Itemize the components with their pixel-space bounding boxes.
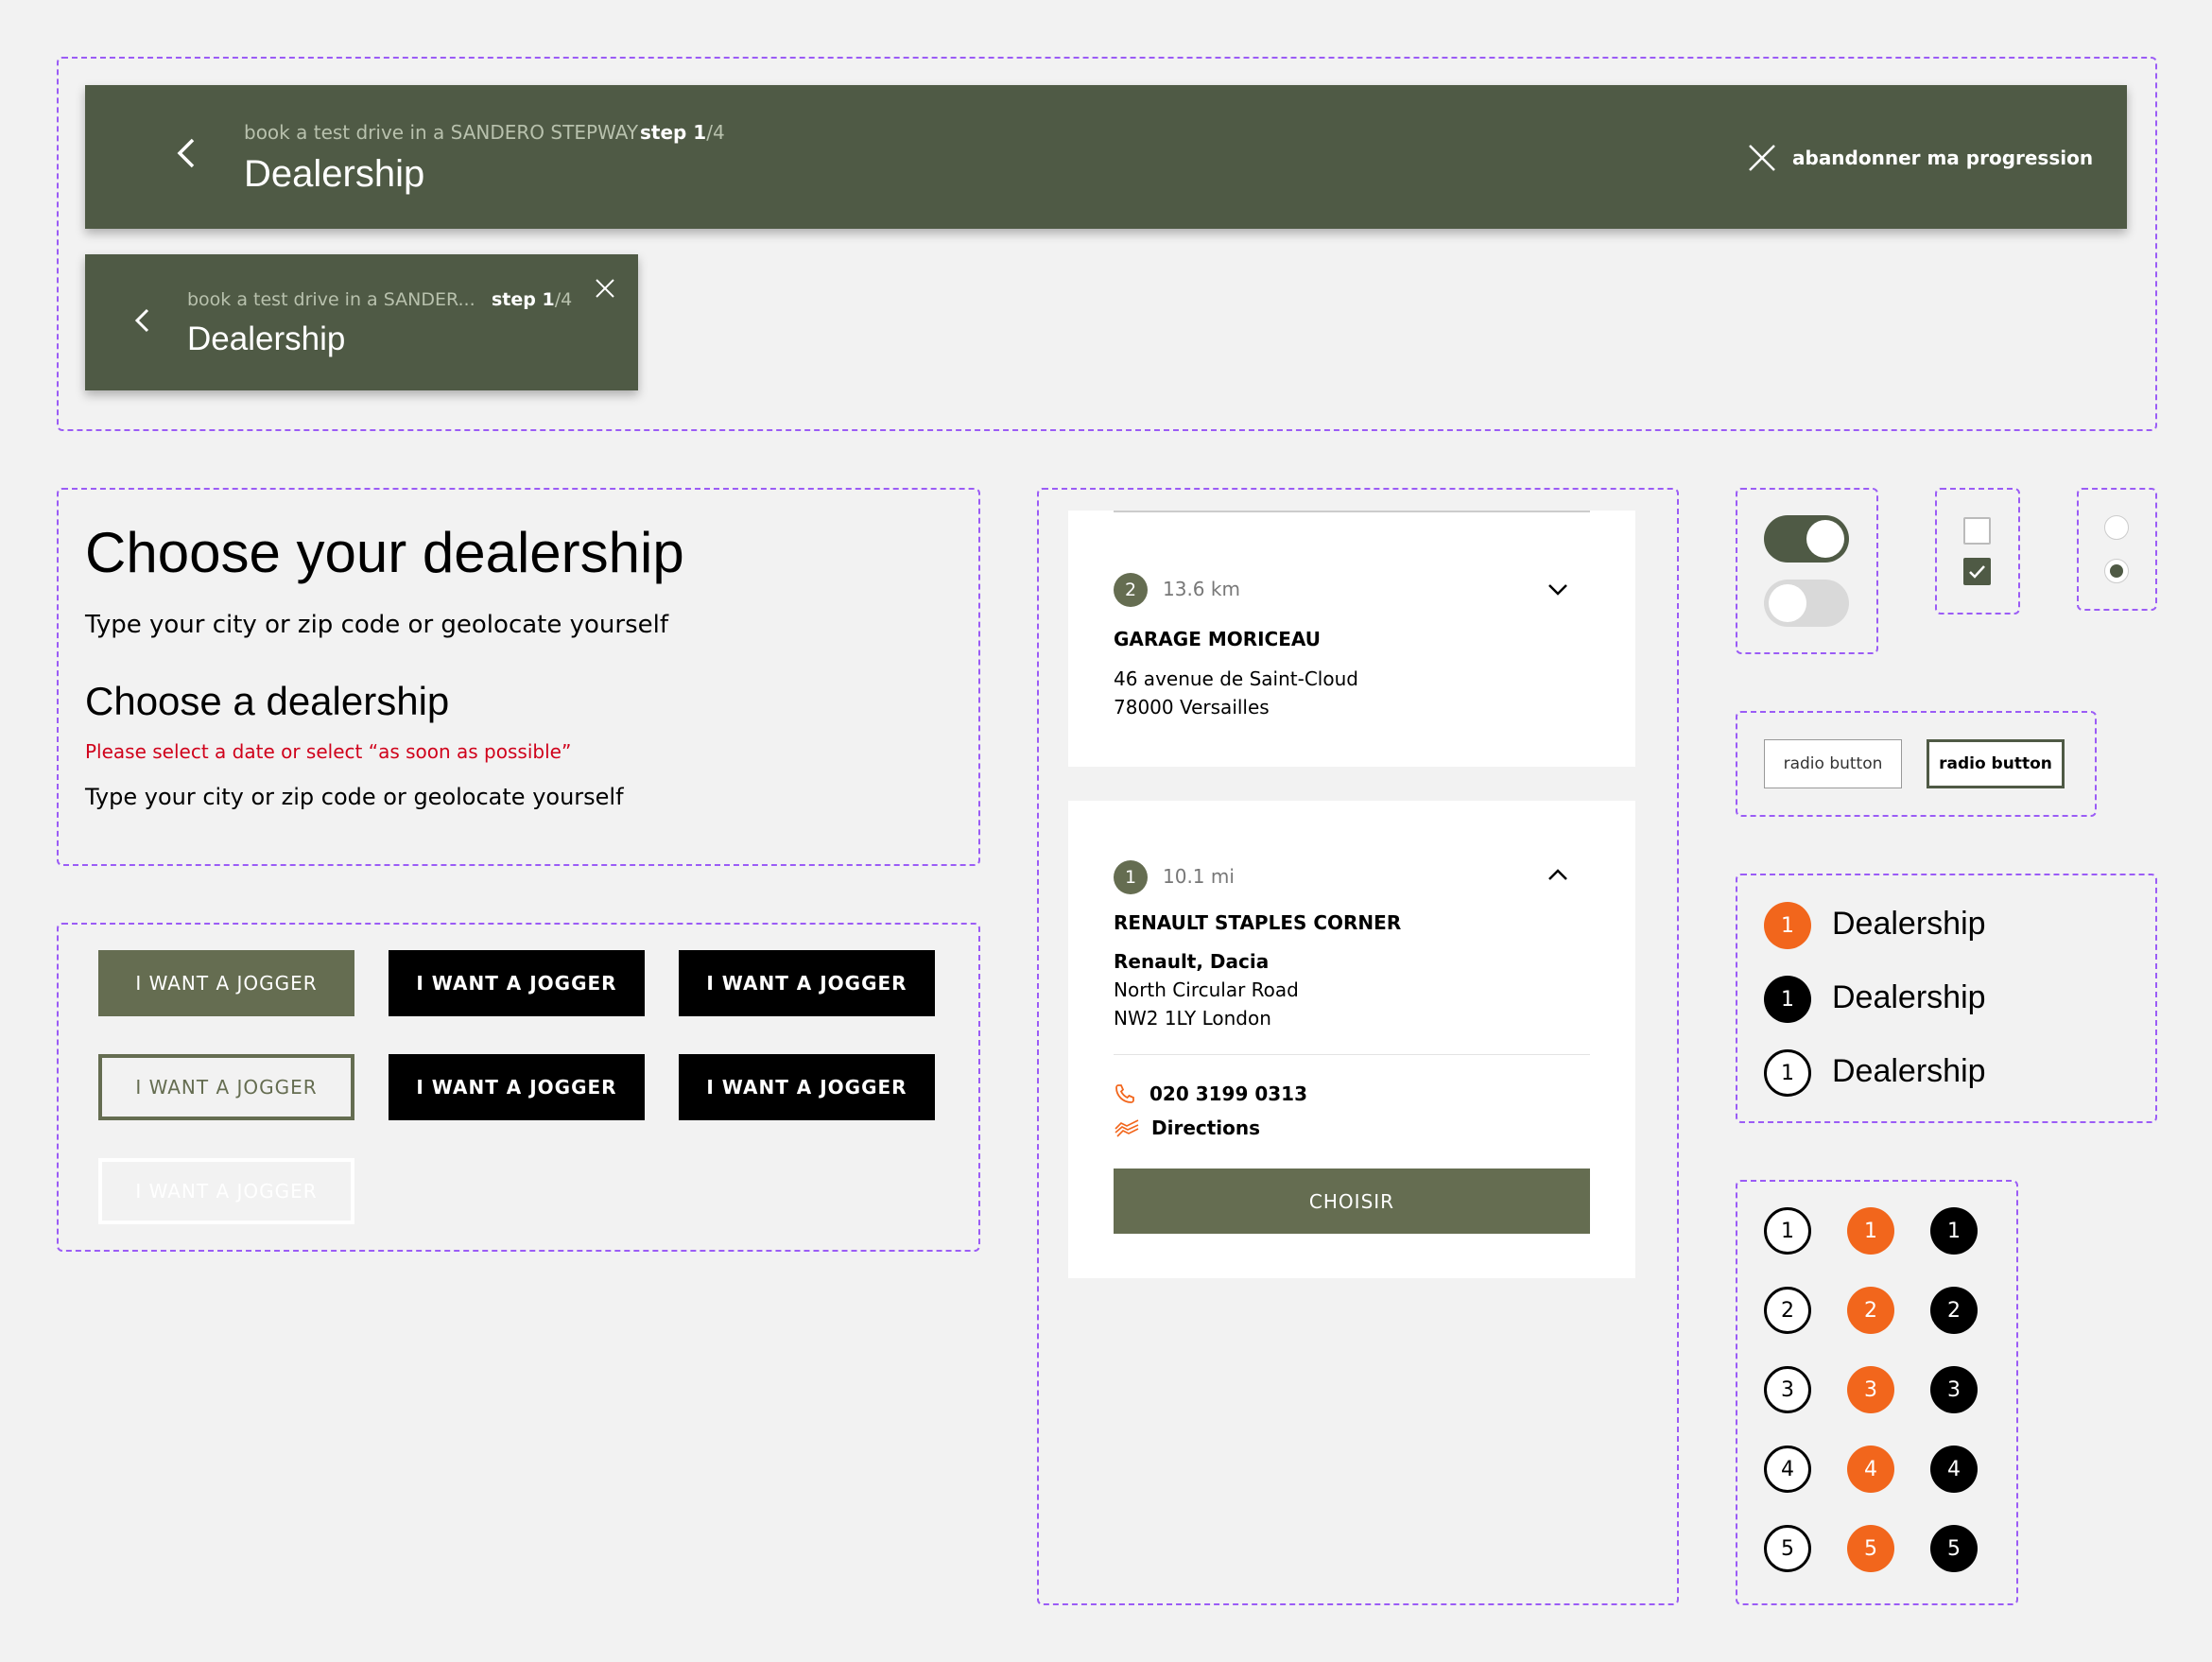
phone-number: 020 3199 0313 bbox=[1149, 1082, 1308, 1105]
checkbox-checked[interactable] bbox=[1963, 558, 1991, 585]
dealer-distance: 13.6 km bbox=[1163, 578, 1240, 600]
error-message: Please select a date or select “as soon … bbox=[85, 740, 572, 763]
directions-label: Directions bbox=[1151, 1117, 1261, 1139]
dealer-card-expanded[interactable]: 1 10.1 mi RENAULT STAPLES CORNER Renault… bbox=[1068, 801, 1635, 1278]
chevron-left-icon bbox=[134, 308, 149, 333]
step-current: step 1 bbox=[640, 121, 707, 144]
body-text: Type your city or zip code or geolocate … bbox=[85, 611, 669, 639]
number-badge-orange: 3 bbox=[1847, 1366, 1894, 1413]
abandon-label: abandonner ma progression bbox=[1792, 147, 2094, 169]
number-badge-outline: 3 bbox=[1764, 1366, 1811, 1413]
directions-icon bbox=[1115, 1119, 1139, 1137]
header-crumb: book a test drive in a SANDERO STEPWAY bbox=[244, 121, 639, 144]
number-badge-black: 2 bbox=[1930, 1287, 1978, 1334]
number-badge-outline: 2 bbox=[1764, 1287, 1811, 1334]
radio-button-unselected[interactable]: radio button bbox=[1764, 739, 1902, 788]
step-badge-orange: 1 bbox=[1764, 902, 1811, 949]
jogger-button-primary[interactable]: I WANT A JOGGER bbox=[98, 950, 354, 1016]
frame-toggles bbox=[1736, 488, 1878, 654]
back-button[interactable] bbox=[168, 134, 206, 172]
header-large: book a test drive in a SANDERO STEPWAY s… bbox=[85, 85, 2127, 229]
radio-button-selected[interactable]: radio button bbox=[1927, 739, 2065, 788]
dealer-address-line2: NW2 1LY London bbox=[1114, 1007, 1271, 1030]
dealer-address-line1: 46 avenue de Saint-Cloud bbox=[1114, 667, 1358, 690]
frame-checkboxes bbox=[1935, 488, 2020, 615]
chevron-down-icon bbox=[1548, 584, 1567, 596]
close-button-small[interactable] bbox=[594, 277, 616, 300]
dealer-index-badge: 1 bbox=[1114, 860, 1148, 894]
header-small: book a test drive in a SANDER... step 1/… bbox=[85, 254, 638, 390]
collapse-toggle[interactable] bbox=[1545, 861, 1571, 888]
jogger-button-outline[interactable]: I WANT A JOGGER bbox=[98, 1054, 354, 1120]
step-label: Dealership bbox=[1832, 906, 1986, 942]
header-title-small: Dealership bbox=[187, 320, 346, 357]
radio-unselected[interactable] bbox=[2104, 515, 2129, 540]
phone-link[interactable]: 020 3199 0313 bbox=[1114, 1082, 1307, 1105]
step-total: /4 bbox=[706, 121, 725, 144]
dealer-brands: Renault, Dacia bbox=[1114, 950, 1270, 973]
radio-dot bbox=[2110, 564, 2123, 578]
choose-button[interactable]: CHOISIR bbox=[1114, 1169, 1590, 1234]
phone-icon bbox=[1115, 1084, 1134, 1103]
check-icon bbox=[1969, 565, 1985, 579]
jogger-button-black[interactable]: I WANT A JOGGER bbox=[389, 1054, 645, 1120]
step-label: Dealership bbox=[1832, 1053, 1986, 1089]
directions-link[interactable]: Directions bbox=[1114, 1117, 1260, 1139]
page-title: Choose your dealership bbox=[85, 521, 684, 584]
number-badge-outline: 1 bbox=[1764, 1207, 1811, 1255]
expand-toggle[interactable] bbox=[1545, 577, 1571, 603]
number-badge-black: 3 bbox=[1930, 1366, 1978, 1413]
jogger-button-black[interactable]: I WANT A JOGGER bbox=[679, 950, 935, 1016]
dealer-distance: 10.1 mi bbox=[1163, 865, 1235, 888]
jogger-button-black[interactable]: I WANT A JOGGER bbox=[679, 1054, 935, 1120]
toggle-knob bbox=[1769, 584, 1806, 622]
jogger-button-ghost[interactable]: I WANT A JOGGER bbox=[98, 1158, 354, 1224]
number-badge-outline: 4 bbox=[1764, 1446, 1811, 1493]
dealer-address-line2: 78000 Versailles bbox=[1114, 696, 1270, 718]
number-badge-black: 4 bbox=[1930, 1446, 1978, 1493]
dealer-address-line1: North Circular Road bbox=[1114, 978, 1299, 1001]
header-title: Dealership bbox=[244, 153, 425, 195]
frame-radios bbox=[2077, 488, 2157, 611]
abandon-button[interactable]: abandonner ma progression bbox=[1747, 142, 2093, 174]
toggle-knob bbox=[1806, 520, 1844, 558]
number-badge-black: 1 bbox=[1930, 1207, 1978, 1255]
close-icon bbox=[596, 279, 614, 298]
dealer-name: GARAGE MORICEAU bbox=[1114, 628, 1322, 650]
step-badge-black: 1 bbox=[1764, 976, 1811, 1023]
radio-selected[interactable] bbox=[2104, 559, 2129, 583]
toggle-off[interactable] bbox=[1764, 580, 1849, 627]
dealer-card-collapsed[interactable]: 2 13.6 km GARAGE MORICEAU 46 avenue de S… bbox=[1068, 511, 1635, 767]
jogger-button-black[interactable]: I WANT A JOGGER bbox=[389, 950, 645, 1016]
back-button-small[interactable] bbox=[130, 305, 157, 336]
section-title: Choose a dealership bbox=[85, 679, 450, 723]
close-icon bbox=[1749, 145, 1775, 171]
step-current-small: step 1 bbox=[492, 289, 555, 310]
body-text-2: Type your city or zip code or geolocate … bbox=[85, 784, 624, 810]
chevron-left-icon bbox=[177, 138, 195, 168]
card-divider bbox=[1114, 1054, 1590, 1055]
step-indicator: step 1/4 bbox=[640, 121, 725, 144]
step-indicator-small: step 1/4 bbox=[492, 289, 572, 310]
number-badge-orange: 2 bbox=[1847, 1287, 1894, 1334]
number-badge-black: 5 bbox=[1930, 1525, 1978, 1572]
dealer-index-badge: 2 bbox=[1114, 573, 1148, 607]
card-divider bbox=[1114, 511, 1590, 512]
step-badge-outline: 1 bbox=[1764, 1049, 1811, 1097]
dealer-name: RENAULT STAPLES CORNER bbox=[1114, 911, 1402, 934]
number-badge-outline: 5 bbox=[1764, 1525, 1811, 1572]
header-crumb-small: book a test drive in a SANDER... bbox=[187, 289, 475, 310]
step-label: Dealership bbox=[1832, 979, 1986, 1015]
step-total-small: /4 bbox=[554, 289, 573, 310]
checkbox-unchecked[interactable] bbox=[1963, 517, 1991, 545]
number-badge-orange: 4 bbox=[1847, 1446, 1894, 1493]
number-badge-orange: 5 bbox=[1847, 1525, 1894, 1572]
toggle-on[interactable] bbox=[1764, 515, 1849, 563]
number-badge-orange: 1 bbox=[1847, 1207, 1894, 1255]
chevron-up-icon bbox=[1548, 869, 1567, 880]
